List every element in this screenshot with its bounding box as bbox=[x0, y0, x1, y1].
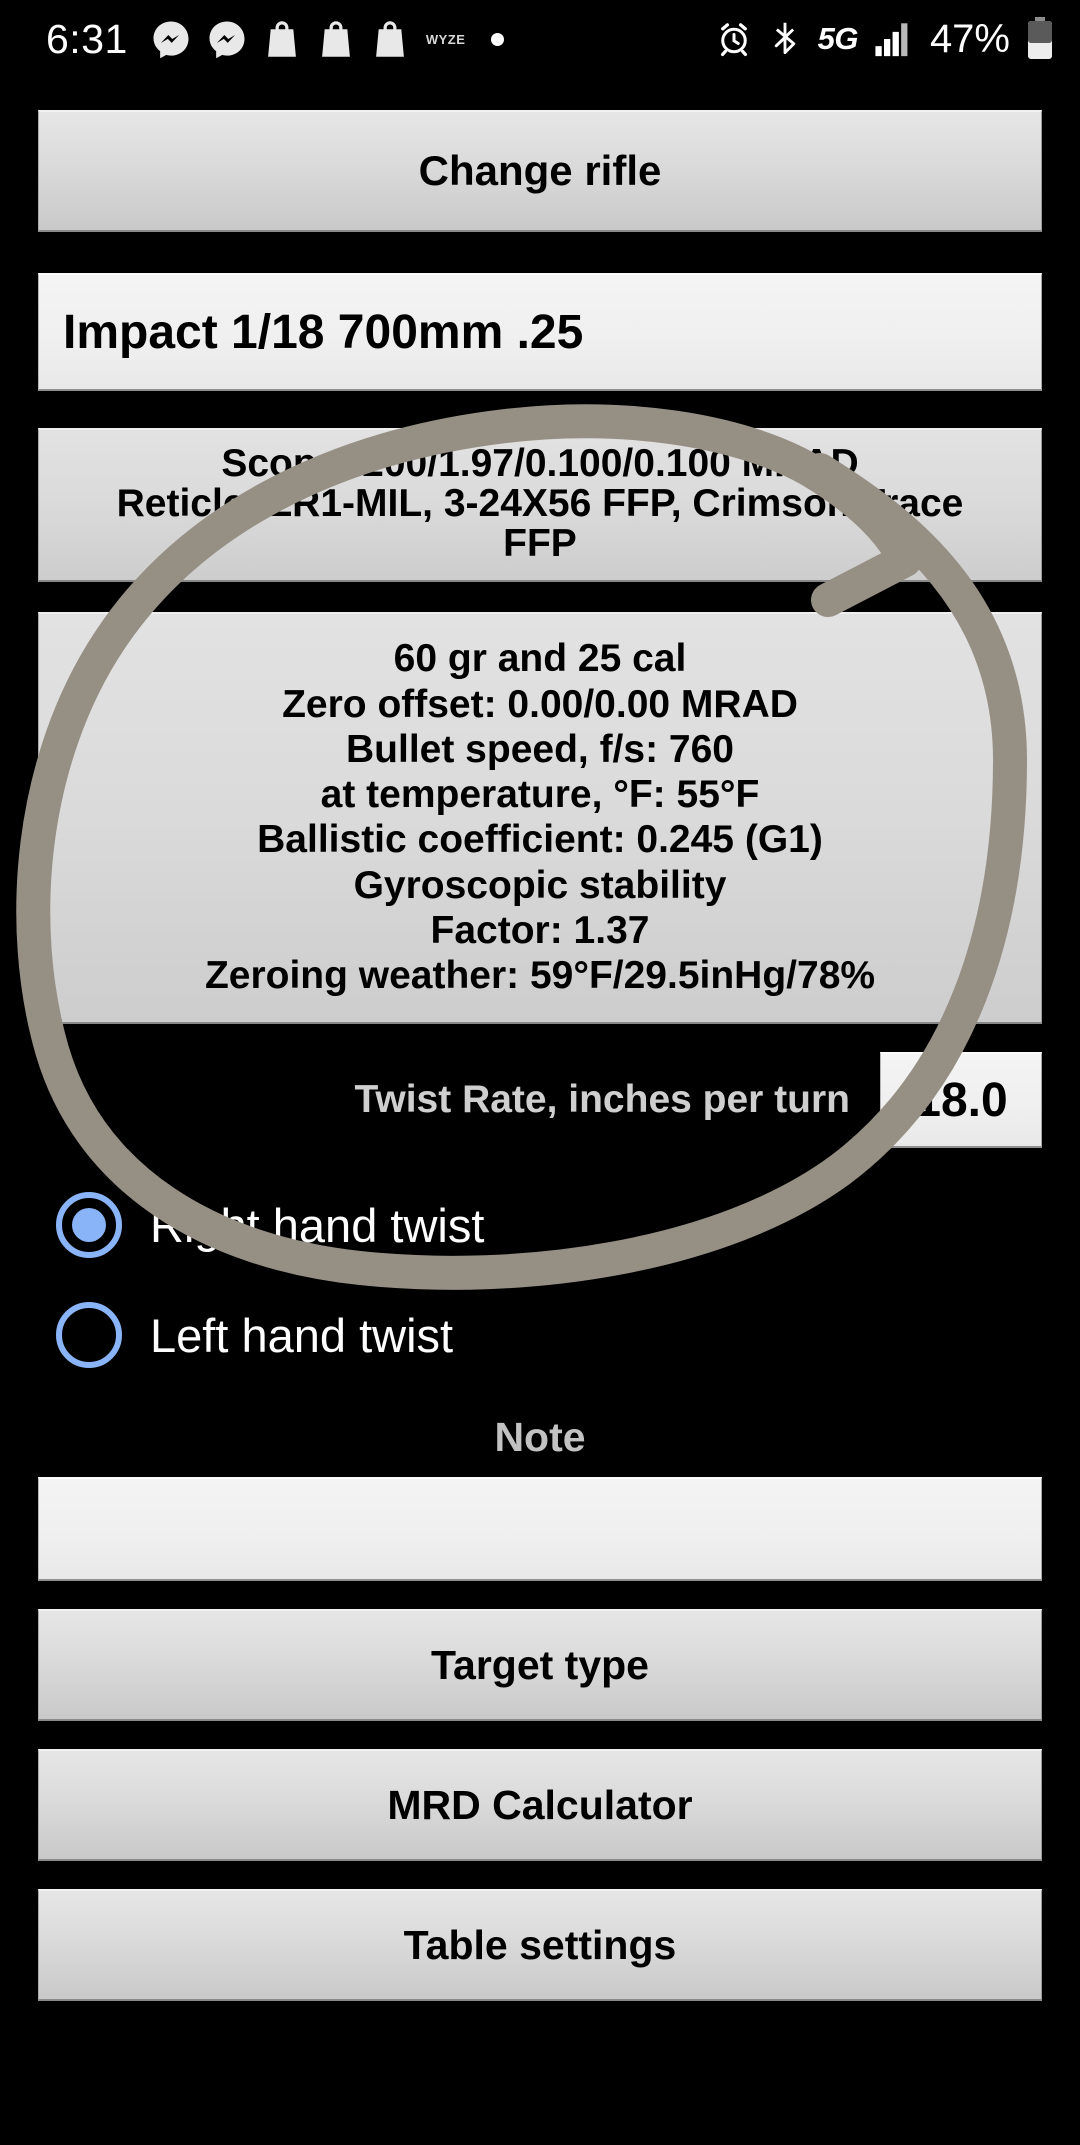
status-bar-left: 6:31 WYZE bbox=[46, 18, 716, 60]
signal-bars-icon bbox=[874, 20, 914, 58]
twist-rate-input[interactable]: 18.0 bbox=[880, 1052, 1042, 1149]
status-bar-right: 5G 47% bbox=[716, 17, 1054, 62]
reticle-line: Reticle: LR1-MIL, 3-24X56 FFP, Crimson T… bbox=[116, 482, 964, 526]
bag-icon bbox=[370, 18, 410, 60]
status-bar: 6:31 WYZE 5G 47% bbox=[0, 0, 1080, 78]
alarm-icon bbox=[716, 21, 752, 57]
note-input[interactable] bbox=[38, 1477, 1042, 1582]
rifle-name-field[interactable]: Impact 1/18 700mm .25 bbox=[38, 273, 1042, 391]
note-label: Note bbox=[494, 1414, 586, 1461]
radio-right-hand-twist[interactable] bbox=[56, 1192, 122, 1259]
zeroing-weather-line: Zeroing weather: 59°F/29.5inHg/78% bbox=[204, 954, 876, 998]
twist-rate-row: Twist Rate, inches per turn 18.0 bbox=[38, 1052, 1042, 1149]
table-settings-button[interactable]: Table settings bbox=[38, 1889, 1042, 2002]
bullet-speed-line: Bullet speed, f/s: 760 bbox=[346, 727, 734, 771]
dot-icon bbox=[491, 32, 505, 46]
radio-left-hand-twist[interactable] bbox=[56, 1302, 122, 1369]
left-hand-twist-option[interactable]: Left hand twist bbox=[56, 1280, 1042, 1390]
messenger-icon bbox=[150, 18, 192, 60]
right-hand-twist-label: Right hand twist bbox=[150, 1198, 485, 1252]
bullet-weight-caliber-line: 60 gr and 25 cal bbox=[393, 637, 687, 681]
right-hand-twist-option[interactable]: Right hand twist bbox=[56, 1170, 1042, 1280]
stability-factor-line: Factor: 1.37 bbox=[430, 908, 650, 952]
change-rifle-button[interactable]: Change rifle bbox=[38, 110, 1042, 232]
target-type-button[interactable]: Target type bbox=[38, 1609, 1042, 1722]
mrd-calculator-button[interactable]: MRD Calculator bbox=[38, 1749, 1042, 1862]
ballistic-coefficient-line: Ballistic coefficient: 0.245 (G1) bbox=[257, 818, 823, 862]
ammo-info-block[interactable]: 60 gr and 25 cal Zero offset: 0.00/0.00 … bbox=[38, 612, 1042, 1025]
network-type-label: 5G bbox=[817, 21, 859, 56]
bag-icon bbox=[316, 18, 356, 60]
zero-offset-line: Zero offset: 0.00/0.00 MRAD bbox=[282, 682, 798, 726]
reticle-line-cont: FFP bbox=[503, 522, 577, 566]
temperature-line: at temperature, °F: 55°F bbox=[320, 773, 760, 817]
status-bar-clock: 6:31 bbox=[46, 15, 128, 62]
scope-info-block[interactable]: Scope: 200/1.97/0.100/0.100 MRAD Reticle… bbox=[38, 428, 1042, 583]
scope-line: Scope: 200/1.97/0.100/0.100 MRAD bbox=[221, 442, 859, 485]
left-hand-twist-label: Left hand twist bbox=[150, 1308, 454, 1362]
twist-rate-label: Twist Rate, inches per turn bbox=[354, 1078, 850, 1122]
wyze-icon: WYZE bbox=[425, 31, 466, 47]
app-content: Change rifle Impact 1/18 700mm .25 Scope… bbox=[0, 110, 1080, 2002]
bag-icon bbox=[262, 18, 302, 60]
battery-percent-label: 47% bbox=[929, 16, 1010, 61]
messenger-icon bbox=[206, 18, 248, 60]
gyroscopic-stability-line: Gyroscopic stability bbox=[353, 863, 727, 907]
bottom-button-stack: Target type MRD Calculator Table setting… bbox=[38, 1609, 1042, 2002]
battery-icon bbox=[1026, 17, 1054, 61]
bluetooth-icon bbox=[768, 20, 802, 58]
